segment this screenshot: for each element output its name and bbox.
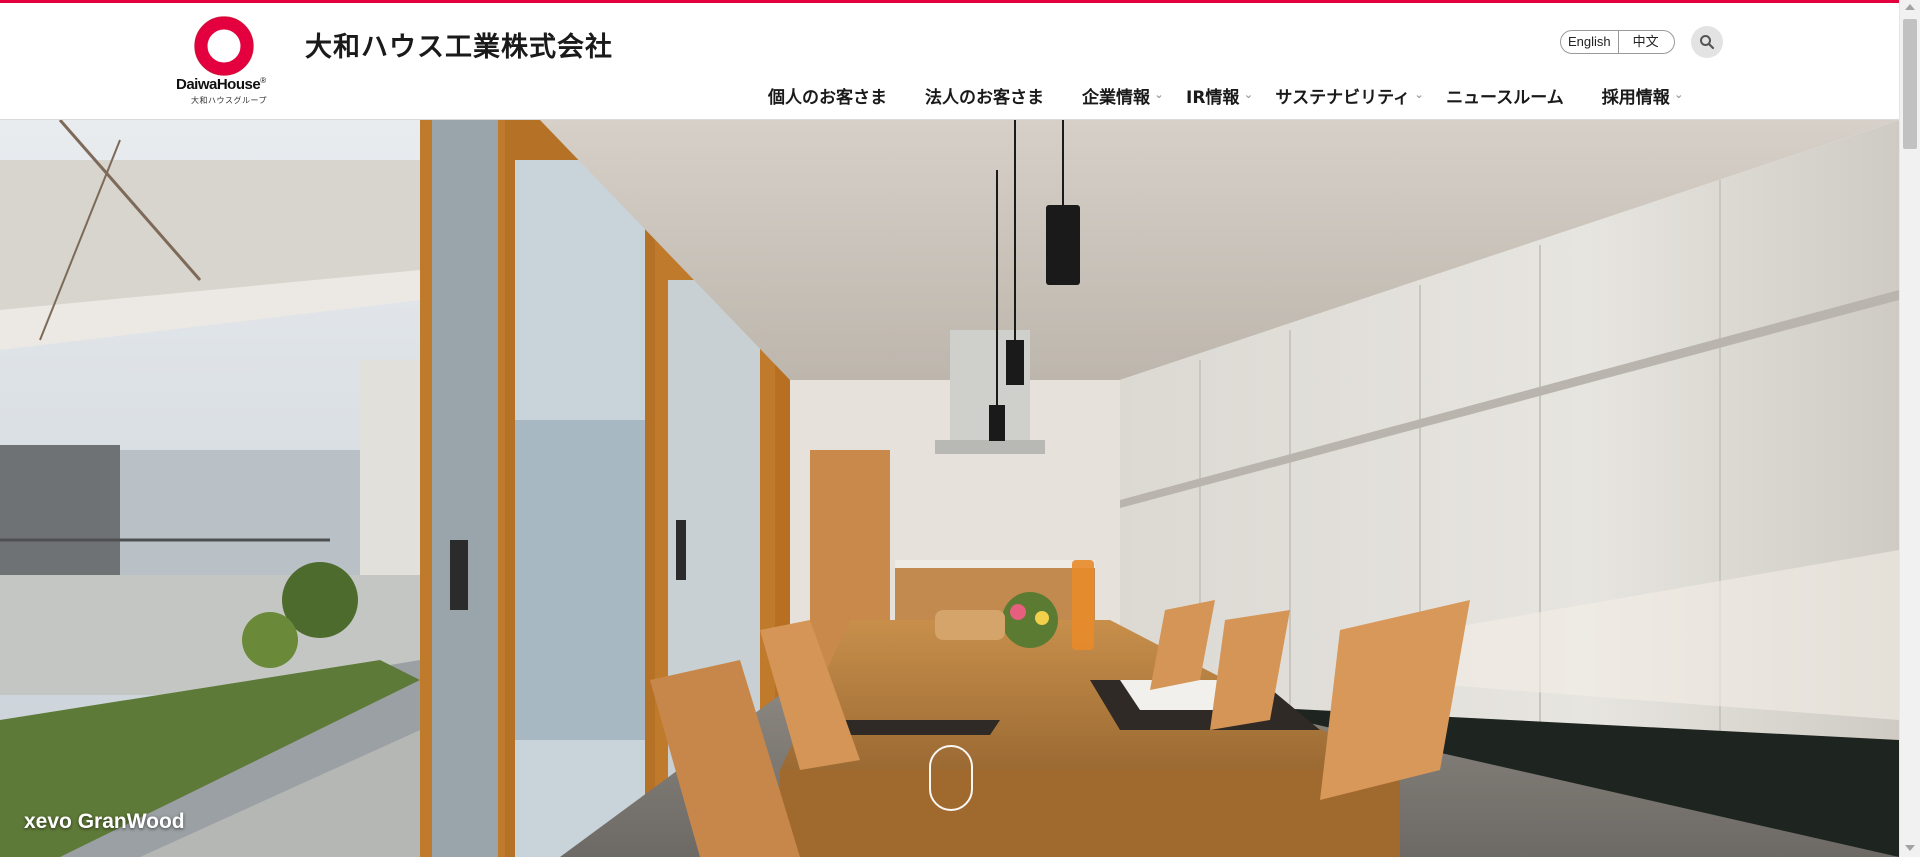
nav-item-sustainability[interactable]: サステナビリティ ⌄ [1275,83,1426,108]
chevron-down-icon: ⌄ [1414,88,1424,101]
global-nav: 個人のお客さま 法人のお客さま 企業情報 ⌄ IR情報 ⌄ サステナビリティ ⌄ ニュ… [768,80,1706,110]
search-button[interactable] [1691,26,1723,58]
lang-english-link[interactable]: English [1561,31,1618,53]
chevron-down-icon: ⌄ [1243,88,1254,101]
company-name: 大和ハウス工業株式会社 [305,32,613,63]
nav-item-recruit[interactable]: 採用情報 ⌄ [1602,83,1686,108]
nav-item-newsroom[interactable]: ニュースルーム [1446,83,1564,108]
scroll-down-arrow-icon[interactable] [1905,845,1915,851]
language-switcher: English 中文 [1560,30,1675,54]
logo-wordmark: DaiwaHouse® [176,76,266,93]
scrollbar-thumb[interactable] [1903,19,1917,149]
hero-caption: xevo GranWood [24,810,185,833]
scroll-down-indicator[interactable] [929,745,973,811]
daiwa-house-logo[interactable]: DaiwaHouse® 大和ハウスグループ [174,16,278,106]
nav-item-personal[interactable]: 個人のお客さま [768,83,887,108]
scroll-up-arrow-icon[interactable] [1905,4,1915,10]
lang-chinese-link[interactable]: 中文 [1617,31,1674,53]
nav-item-business[interactable]: 法人のお客さま [925,83,1044,108]
nav-item-company[interactable]: 企業情報 ⌄ [1082,83,1166,108]
logo-subtitle: 大和ハウスグループ [191,96,268,105]
chevron-down-icon: ⌄ [1154,88,1164,101]
page-scrollbar[interactable] [1899,0,1920,857]
logo-ring-icon [194,16,254,76]
search-icon [1700,35,1715,50]
site-header: DaiwaHouse® 大和ハウスグループ 大和ハウス工業株式会社 Englis… [0,3,1899,120]
chevron-down-icon: ⌄ [1674,88,1684,101]
nav-item-ir[interactable]: IR情報 ⌄ [1186,83,1255,108]
